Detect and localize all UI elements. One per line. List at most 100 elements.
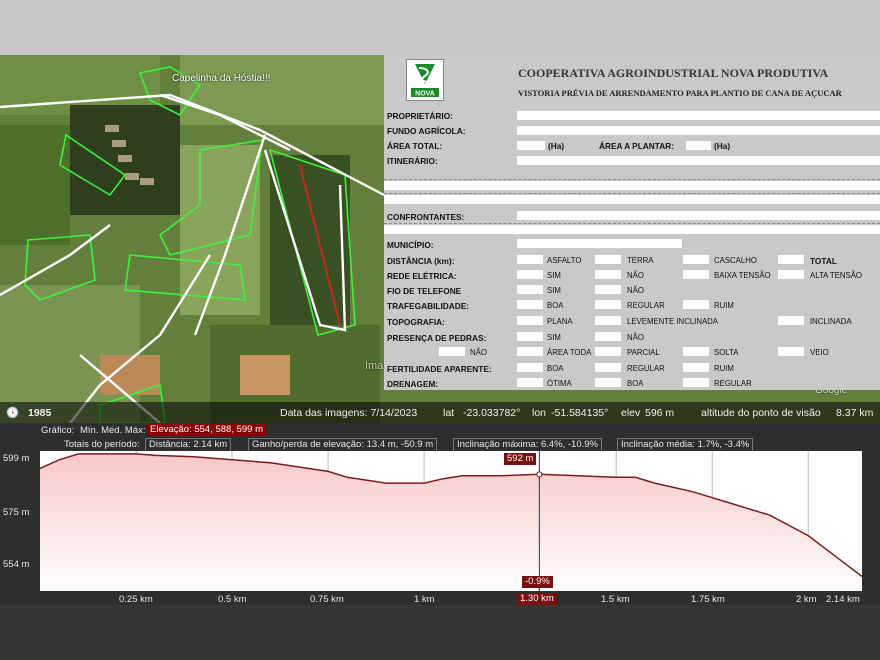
field-fundo-agricola[interactable]: [517, 126, 880, 135]
opt-total: TOTAL: [810, 256, 837, 266]
field-itinerario-3[interactable]: [384, 195, 880, 204]
opt-solta: SOLTA: [714, 348, 739, 357]
map-place-label[interactable]: Capelinha da Hóstia!!!: [172, 73, 270, 84]
label-trafegabilidade: TRAFEGABILIDADE:: [387, 301, 470, 311]
check-rede-nao[interactable]: [595, 270, 621, 279]
history-clock-icon[interactable]: 🕓: [6, 406, 19, 419]
opt-fert-ruim: RUIM: [714, 364, 734, 373]
field-area-total[interactable]: [517, 141, 545, 150]
opt-asfalto: ASFALTO: [547, 256, 582, 265]
label-fertilidade: FERTILIDADE APARENTE:: [387, 364, 492, 374]
label-proprietario: PROPRIETÁRIO:: [387, 111, 453, 121]
field-proprietario[interactable]: [517, 111, 880, 120]
opt-traf-boa: BOA: [547, 301, 564, 310]
field-dist-asfalto[interactable]: [517, 255, 543, 264]
field-municipio[interactable]: [517, 239, 682, 248]
label-itinerario: ITINERÁRIO:: [387, 156, 438, 166]
graph-label: Gráfico:: [41, 425, 75, 436]
check-alta-tensao[interactable]: [778, 270, 804, 279]
map-watermark: Ima: [365, 360, 384, 372]
opt-fio-sim: SIM: [547, 286, 561, 295]
elevation-profile-panel: Gráfico: Mín. Méd. Máx: Elevação: 554, 5…: [0, 423, 880, 605]
check-fio-sim[interactable]: [517, 285, 543, 294]
x-tick-label: 1.75 km: [691, 594, 725, 605]
check-topo-lev[interactable]: [595, 316, 621, 325]
y-tick-label: 599 m: [3, 453, 30, 464]
elevation-profile-chart[interactable]: [40, 451, 862, 591]
opt-dren-boa: BOA: [627, 379, 644, 388]
label-area-plantar: ÁREA A PLANTAR:: [599, 141, 674, 151]
cursor-point: [536, 471, 543, 478]
map-status-bar: 🕓 1985 Data das imagens: 7/14/2023 lat -…: [0, 402, 880, 423]
check-pedras-sim[interactable]: [517, 332, 543, 341]
opt-fert-regular: REGULAR: [627, 364, 665, 373]
opt-veio: VEIO: [810, 348, 829, 357]
check-fio-nao[interactable]: [595, 285, 621, 294]
imagery-date: Data das imagens: 7/14/2023: [280, 407, 418, 419]
elevation-gain-box[interactable]: Ganho/perda de elevação: 13.4 m, -50.9 m: [248, 438, 438, 452]
label-drenagem: DRENAGEM:: [387, 379, 439, 389]
imagery-year[interactable]: 1985: [28, 407, 51, 419]
check-topo-plana[interactable]: [517, 316, 543, 325]
field-area-plantar[interactable]: [686, 141, 711, 150]
max-slope-box[interactable]: Inclinação máxima: 6.4%, -10.9%: [453, 438, 602, 452]
label-ha-2: (Ha): [714, 141, 731, 151]
cooperative-logo: NOVA: [406, 59, 444, 101]
field-itinerario-2[interactable]: [384, 181, 880, 190]
field-dist-total[interactable]: [778, 255, 804, 264]
itinerario-line-2: [384, 193, 880, 194]
x-tick-label: 2.14 km: [826, 594, 860, 605]
elev-value: 596 m: [645, 407, 675, 419]
check-fert-boa[interactable]: [517, 363, 543, 372]
check-baixa-tensao[interactable]: [683, 270, 709, 279]
opt-terra: TERRA: [627, 256, 654, 265]
opt-traf-regular: REGULAR: [627, 301, 665, 310]
y-tick-label: 554 m: [3, 559, 30, 570]
confrontantes-line: [384, 223, 880, 224]
check-area-toda[interactable]: [517, 347, 543, 356]
opt-pedras-nao: NÃO: [627, 333, 644, 342]
field-confrontantes-2[interactable]: [384, 225, 880, 234]
check-fert-regular[interactable]: [595, 363, 621, 372]
elevation-stats-box[interactable]: Elevação: 554, 588, 599 m: [147, 424, 267, 436]
check-traf-boa[interactable]: [517, 300, 543, 309]
check-parcial[interactable]: [595, 347, 621, 356]
form-title: COOPERATIVA AGROINDUSTRIAL NOVA PRODUTIV…: [518, 66, 829, 80]
distance-box[interactable]: Distância: 2.14 km: [145, 438, 232, 452]
field-dist-cascalho[interactable]: [683, 255, 709, 264]
check-traf-regular[interactable]: [595, 300, 621, 309]
lat-value: -23.033782°: [463, 407, 521, 419]
x-tick-label: 2 km: [796, 594, 817, 605]
check-traf-ruim[interactable]: [683, 300, 709, 309]
label-ha-1: (Ha): [548, 141, 565, 151]
check-pedras-nao[interactable]: [595, 332, 621, 341]
cursor-slope-label: -0.9%: [522, 576, 553, 588]
check-rede-sim[interactable]: [517, 270, 543, 279]
check-pedras-nao-2[interactable]: [439, 347, 465, 356]
label-rede-eletrica: REDE ELÉTRICA:: [387, 271, 457, 281]
check-veio[interactable]: [778, 347, 804, 356]
cursor-elevation-label: 592 m: [504, 453, 537, 465]
field-dist-terra[interactable]: [595, 255, 621, 264]
field-confrontantes[interactable]: [517, 211, 880, 220]
opt-topo-lev: LEVEMENTE INCLINADA: [627, 317, 718, 326]
check-dren-regular[interactable]: [683, 378, 709, 387]
check-topo-incl[interactable]: [778, 316, 804, 325]
field-itinerario[interactable]: [517, 156, 880, 165]
opt-traf-ruim: RUIM: [714, 301, 734, 310]
x-tick-label: 1 km: [414, 594, 435, 605]
eye-altitude-value: 8.37 km: [836, 407, 874, 419]
label-fio-telefone: FIO DE TELEFONE: [387, 286, 462, 296]
period-totals-label: Totais do período:: [64, 439, 140, 450]
avg-slope-box[interactable]: Inclinação média: 1.7%, -3.4%: [617, 438, 754, 452]
check-dren-boa[interactable]: [595, 378, 621, 387]
y-tick-label: 575 m: [3, 507, 30, 518]
label-area-total: ÁREA TOTAL:: [387, 141, 443, 151]
label-presenca-pedras: PRESENÇA DE PEDRAS:: [387, 333, 487, 343]
cursor-distance-label: 1.30 km: [517, 593, 557, 605]
x-tick-label: 0.25 km: [119, 594, 153, 605]
check-solta[interactable]: [683, 347, 709, 356]
check-fert-ruim[interactable]: [683, 363, 709, 372]
check-dren-otima[interactable]: [517, 378, 543, 387]
opt-baixa-tensao: BAIXA TENSÃO: [714, 271, 771, 280]
